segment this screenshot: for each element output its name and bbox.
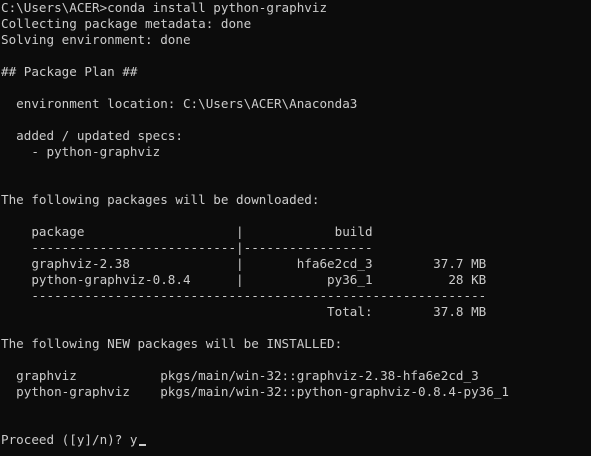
new-package-item: graphviz pkgs/main/win-32::graphviz-2.38… [1,368,479,383]
output-collecting: Collecting package metadata: done [1,16,252,31]
package-plan-header: ## Package Plan ## [1,64,138,79]
proceed-line[interactable]: Proceed ([y]/n)? y [1,432,591,448]
text-cursor [138,444,146,446]
table-separator: ---------------------------|------------… [1,240,373,255]
spec-item: - python-graphviz [1,144,161,159]
command-line: C:\Users\ACER>conda install python-graph… [1,0,591,16]
total-row: Total: 37.8 MB [1,304,487,319]
table-separator-bottom: ----------------------------------------… [1,288,487,303]
prompt-text: C:\Users\ACER> [1,0,108,15]
table-header: package | build [1,224,373,239]
new-packages-header: The following NEW packages will be INSTA… [1,336,343,351]
new-package-item: python-graphviz pkgs/main/win-32::python… [1,384,509,399]
proceed-answer-input[interactable]: y [130,432,138,447]
environment-location: environment location: C:\Users\ACER\Anac… [1,96,358,111]
specs-header: added / updated specs: [1,128,183,143]
command-text: conda install python-graphviz [107,0,328,15]
table-row: python-graphviz-0.8.4 | py36_1 28 KB [1,272,487,287]
proceed-prompt: Proceed ([y]/n)? [1,432,130,447]
output-solving: Solving environment: done [1,32,191,47]
table-row: graphviz-2.38 | hfa6e2cd_3 37.7 MB [1,256,487,271]
terminal-window[interactable]: C:\Users\ACER>conda install python-graph… [0,0,591,456]
download-header: The following packages will be downloade… [1,192,320,207]
